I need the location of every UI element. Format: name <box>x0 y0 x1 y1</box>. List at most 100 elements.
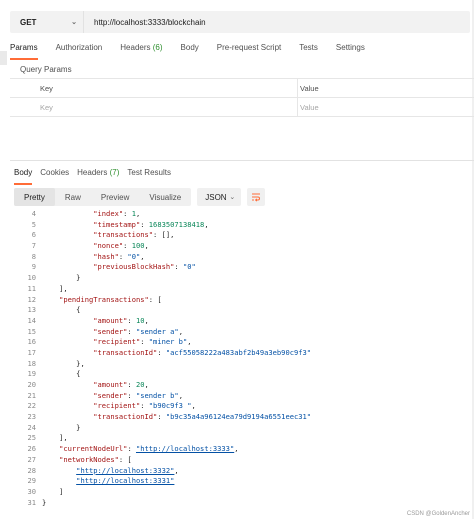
code-line: 12 "pendingTransactions": [ <box>10 295 474 306</box>
header-count-badge: (6) <box>152 43 163 52</box>
method-select[interactable]: GET ⌄ <box>10 11 84 33</box>
view-mode-switch: Pretty Raw Preview Visualize <box>14 188 192 206</box>
tab-cookies[interactable]: Cookies <box>40 165 69 185</box>
key-input[interactable]: Key <box>10 98 298 116</box>
code-line: 9 "previousBlockHash": "0" <box>10 262 474 273</box>
json-punctuation: } <box>76 422 81 432</box>
preview-button[interactable]: Preview <box>91 188 139 206</box>
line-number: 30 <box>27 486 36 496</box>
code-text: "sender": "sender a", <box>36 327 183 338</box>
code-text: } <box>36 423 80 434</box>
json-punctuation: , <box>204 219 209 229</box>
tab-label: Headers <box>77 168 108 177</box>
request-bar: GET ⌄ http://localhost:3333/blockchain <box>10 11 470 33</box>
json-punctuation: : <box>140 401 149 411</box>
code-line: 6 "transactions": [], <box>10 230 474 241</box>
tab-response-headers[interactable]: Headers (7) <box>77 165 119 185</box>
table-row: Key Value <box>10 98 474 117</box>
tab-settings[interactable]: Settings <box>336 40 365 60</box>
tab-pre-request-script[interactable]: Pre-request Script <box>217 40 281 60</box>
json-url-link[interactable]: "http://localhost:3332" <box>76 466 174 475</box>
raw-button[interactable]: Raw <box>55 188 91 206</box>
tab-test-results[interactable]: Test Results <box>127 165 171 185</box>
code-line: 29 "http://localhost:3331" <box>10 476 474 487</box>
tab-authorization[interactable]: Authorization <box>56 40 103 60</box>
code-line: 30 ] <box>10 487 474 498</box>
code-line: 19 { <box>10 369 474 380</box>
tab-tests[interactable]: Tests <box>299 40 318 60</box>
code-text: "http://localhost:3331" <box>36 476 174 487</box>
line-number: 21 <box>27 390 36 400</box>
pane-divider[interactable] <box>10 160 474 161</box>
json-key: "transactionId" <box>93 347 158 357</box>
json-punctuation: , <box>178 326 183 336</box>
code-text: ], <box>36 433 68 444</box>
json-punctuation: : <box>127 380 136 389</box>
key-column-header: Key <box>10 79 298 97</box>
json-url-link[interactable]: "http://localhost:3333" <box>136 444 234 453</box>
tab-body[interactable]: Body <box>181 40 199 60</box>
code-line: 23 "transactionId": "b9c35a4a96124ea79d9… <box>10 412 474 423</box>
chevron-down-icon: ⌄ <box>229 194 236 201</box>
line-number: 20 <box>27 380 36 389</box>
json-url-link[interactable]: "http://localhost:3331" <box>76 476 174 485</box>
json-number: 20 <box>135 380 145 389</box>
json-key: "recipient" <box>93 401 141 411</box>
line-number: 19 <box>27 369 36 379</box>
tab-headers[interactable]: Headers (6) <box>120 40 162 60</box>
json-punctuation: : <box>127 326 136 336</box>
line-number: 14 <box>27 315 36 325</box>
line-number: 15 <box>27 326 36 336</box>
sidebar-handle[interactable] <box>0 51 7 65</box>
code-text: { <box>36 369 80 380</box>
line-number: 17 <box>27 347 36 357</box>
json-punctuation: : <box>127 390 136 400</box>
json-punctuation: , <box>144 380 149 389</box>
code-line: 15 "sender": "sender a", <box>10 327 474 338</box>
json-punctuation: }, <box>76 358 85 368</box>
json-punctuation: : <box>140 219 149 229</box>
table-header-row: Key Value <box>10 79 474 98</box>
json-key: "pendingTransactions" <box>59 294 149 304</box>
code-line: 21 "sender": "sender b", <box>10 391 474 402</box>
json-key: "sender" <box>93 390 128 400</box>
json-key: "currentNodeUrl" <box>59 444 128 454</box>
json-string: "sender a" <box>135 326 179 336</box>
format-select[interactable]: JSON ⌄ <box>197 188 242 206</box>
wrap-lines-button[interactable] <box>247 188 266 206</box>
json-string: "b90c9f3 " <box>148 401 192 411</box>
code-line: 7 "nonce": 100, <box>10 241 474 252</box>
value-column-header: Value <box>300 83 319 93</box>
response-toolbar: Pretty Raw Preview Visualize JSON ⌄ <box>14 188 266 206</box>
line-number: 5 <box>31 219 36 229</box>
line-number: 11 <box>27 283 36 293</box>
tab-response-body[interactable]: Body <box>14 165 33 185</box>
json-number: 1683507138418 <box>148 219 205 229</box>
json-punctuation: : <box>127 444 136 454</box>
code-text: "amount": 20, <box>36 380 149 391</box>
watermark: CSDN @GoldenAncher <box>406 511 470 517</box>
code-line: 27 "networkNodes": [ <box>10 455 474 466</box>
format-label: JSON <box>205 192 227 202</box>
line-number: 29 <box>27 476 36 486</box>
tab-label: Pre-request Script <box>216 43 282 52</box>
json-number: 100 <box>131 241 145 251</box>
line-number: 18 <box>27 358 36 368</box>
line-number: 8 <box>31 251 36 261</box>
code-line: 22 "recipient": "b90c9f3 ", <box>10 401 474 412</box>
json-punctuation: : <box>157 412 166 422</box>
response-body-viewer[interactable]: 4 "index": 1, 5 "timestamp": 168350713841… <box>10 209 474 509</box>
tab-params[interactable]: Params <box>10 40 38 60</box>
url-input[interactable]: http://localhost:3333/blockchain <box>84 18 206 27</box>
json-key: "amount" <box>93 380 128 389</box>
code-text: "transactionId": "acf55058222a483abf2b49… <box>36 348 311 359</box>
value-input[interactable]: Value <box>298 98 474 116</box>
code-text: "recipient": "miner b", <box>36 337 191 348</box>
pretty-button[interactable]: Pretty <box>14 188 55 206</box>
code-line: 16 "recipient": "miner b", <box>10 337 474 348</box>
code-text: "currentNodeUrl": "http://localhost:3333… <box>36 444 238 455</box>
json-key: "nonce" <box>93 241 124 251</box>
query-params-title: Query Params <box>20 65 72 74</box>
visualize-button[interactable]: Visualize <box>139 188 191 206</box>
json-punctuation: : <box>127 315 136 325</box>
